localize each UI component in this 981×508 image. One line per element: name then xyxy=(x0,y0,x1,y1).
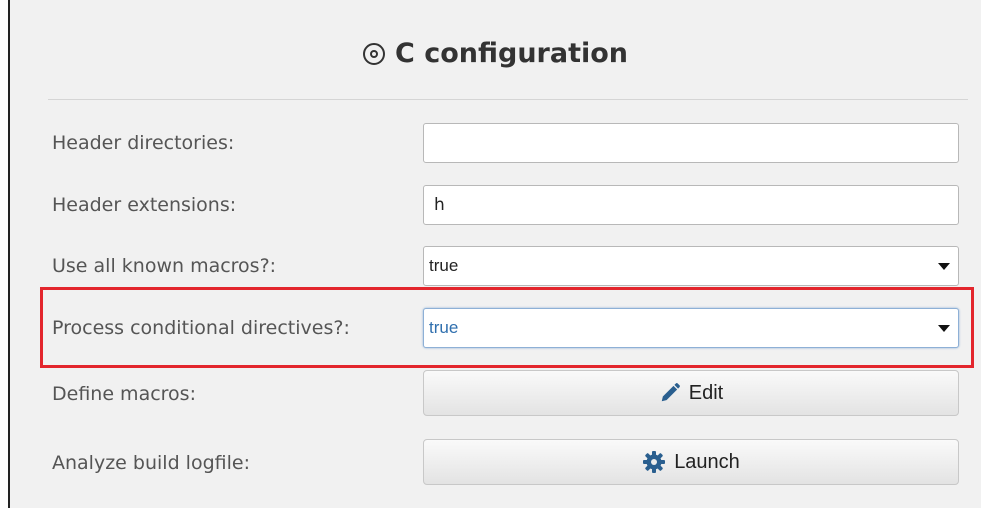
edit-macros-button[interactable]: Edit xyxy=(423,370,959,416)
use-all-known-macros-value: true xyxy=(429,256,459,275)
edit-button-label: Edit xyxy=(688,381,724,404)
row-header-directories: Header directories: xyxy=(10,121,981,165)
panel-title: C configuration xyxy=(10,38,981,69)
chevron-down-icon xyxy=(938,325,950,332)
header-directories-field[interactable] xyxy=(423,123,959,163)
gear-icon xyxy=(642,450,666,474)
launch-button[interactable]: Launch xyxy=(423,439,959,485)
c-configuration-panel: C configuration Header directories: Head… xyxy=(8,0,981,508)
header-extensions-input[interactable] xyxy=(424,186,958,224)
row-use-all-known-macros: Use all known macros?: true xyxy=(10,244,981,288)
analyze-build-logfile-label: Analyze build logfile: xyxy=(52,452,250,474)
header-directories-label: Header directories: xyxy=(52,132,235,154)
define-macros-label: Define macros: xyxy=(52,383,196,405)
launch-button-label: Launch xyxy=(674,450,740,473)
row-analyze-build-logfile: Analyze build logfile: Launch xyxy=(10,439,981,485)
process-conditional-directives-select[interactable]: true xyxy=(423,308,959,348)
header-extensions-label: Header extensions: xyxy=(52,194,237,216)
use-all-known-macros-label: Use all known macros?: xyxy=(52,255,277,277)
process-conditional-directives-label: Process conditional directives?: xyxy=(52,317,350,339)
header-extensions-field[interactable] xyxy=(423,185,959,225)
pencil-icon xyxy=(659,382,681,404)
target-icon xyxy=(362,42,385,65)
panel-title-text: C configuration xyxy=(394,38,629,69)
process-conditional-directives-value: true xyxy=(429,318,459,337)
header-directories-input[interactable] xyxy=(424,124,958,162)
row-header-extensions: Header extensions: xyxy=(10,183,981,227)
row-define-macros: Define macros: Edit xyxy=(10,370,981,416)
row-process-conditional-directives: Process conditional directives?: true xyxy=(10,306,981,350)
chevron-down-icon xyxy=(938,263,950,270)
use-all-known-macros-select[interactable]: true xyxy=(423,246,959,286)
title-divider xyxy=(48,99,968,100)
